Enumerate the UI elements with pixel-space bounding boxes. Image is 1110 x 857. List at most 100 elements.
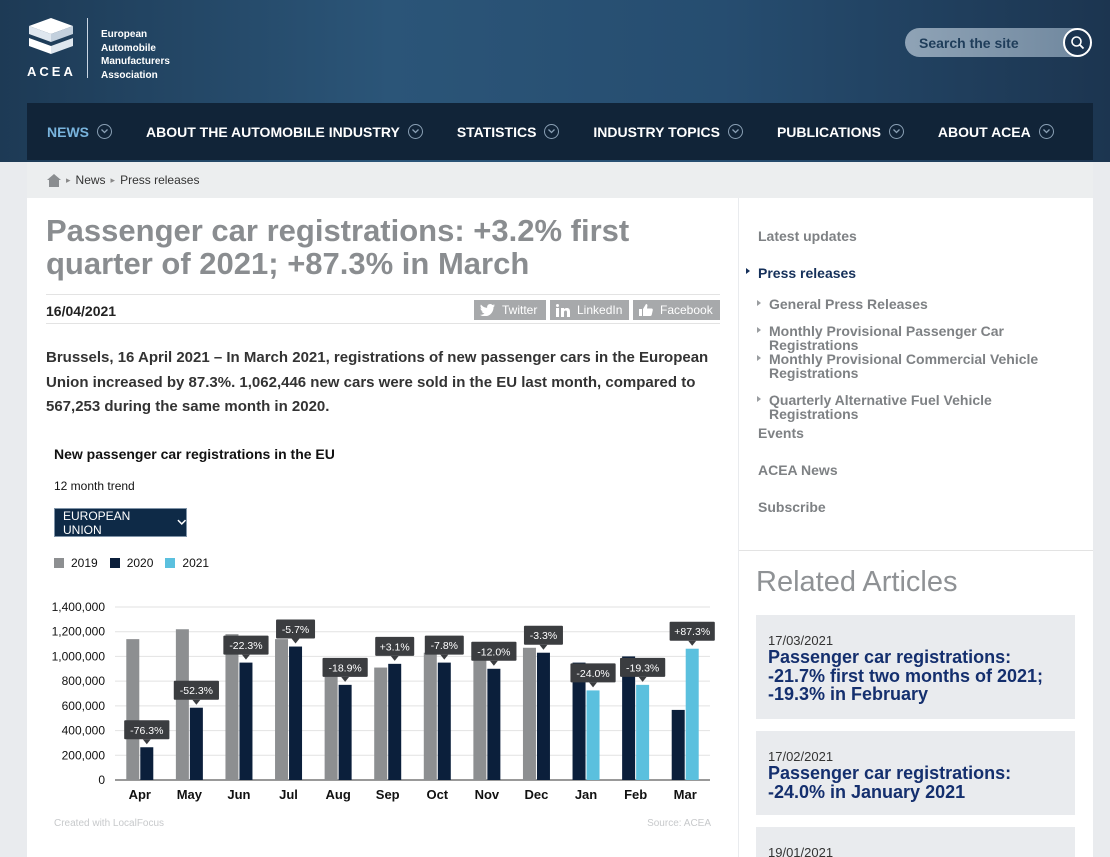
search-input[interactable]	[919, 28, 1059, 57]
chart-credit[interactable]: Created with LocalFocus	[54, 818, 164, 829]
chevron-down-icon[interactable]	[407, 124, 423, 139]
change-label: -7.8%	[431, 640, 458, 652]
logo-text: European Automobile Manufacturers Associ…	[101, 28, 170, 82]
acea-logo[interactable]: ACEA European Automobile Manufacturers A…	[27, 16, 187, 82]
nav-item-label: PUBLICATIONS	[776, 123, 881, 140]
breadcrumb: ▸ News ▸ Press releases	[27, 162, 1093, 198]
sidebar-subscribe[interactable]: Subscribe	[758, 499, 826, 515]
related-card-title: Passenger car registrations: -21.7% firs…	[768, 647, 1044, 704]
sidebar-sub-general[interactable]: General Press Releases	[757, 297, 1079, 311]
bar-2020	[289, 646, 303, 780]
twitter-share-label: Twitter	[502, 303, 538, 317]
sidebar-latest-updates[interactable]: Latest updates	[758, 228, 857, 244]
x-tick-label: Jan	[575, 787, 597, 802]
chevron-down-icon[interactable]	[727, 124, 743, 139]
bar-2021	[586, 690, 600, 780]
sidebar-press-releases[interactable]: Press releases	[746, 265, 857, 281]
x-tick-label: Apr	[129, 787, 151, 802]
bar-2021	[685, 648, 699, 780]
y-tick-label: 200,000	[62, 748, 106, 762]
thumbs-up-icon	[639, 304, 653, 316]
change-label-pointer	[688, 640, 697, 646]
nav-item-label: ABOUT ACEA	[937, 123, 1031, 140]
bar-2019	[374, 667, 388, 780]
linkedin-icon	[556, 303, 570, 317]
nav-item-label: ABOUT THE AUTOMOBILE INDUSTRY	[146, 123, 400, 140]
nav-item-news[interactable]: NEWS	[47, 124, 112, 140]
y-tick-label: 1,400,000	[52, 600, 106, 614]
nav-item-about-acea[interactable]: ABOUT ACEA	[938, 124, 1054, 140]
legend-label: 2020	[126, 556, 154, 570]
change-label: -76.3%	[130, 725, 163, 737]
sidebar-sub-passenger[interactable]: Monthly Provisional Passenger Car Regist…	[757, 324, 1079, 352]
chevron-down-icon[interactable]	[888, 124, 904, 139]
page-title: Passenger car registrations: +3.2% first…	[46, 213, 630, 281]
article-meta: 16/04/2021 Twitter LinkedIn Facebook	[46, 294, 720, 324]
legend-item[interactable]: 2020	[109, 556, 154, 570]
change-label-pointer	[589, 682, 598, 688]
legend-item[interactable]: 2021	[165, 556, 209, 570]
acea-logo-mark-icon	[29, 18, 73, 54]
legend-swatch	[165, 558, 176, 568]
related-card[interactable]: 19/01/2021	[756, 827, 1075, 857]
related-card[interactable]: 17/03/2021 Passenger car registrations: …	[756, 615, 1075, 719]
bar-2019	[126, 639, 140, 780]
sidebar-events[interactable]: Events	[758, 425, 804, 441]
nav-item-about-the-automobile-industry[interactable]: ABOUT THE AUTOMOBILE INDUSTRY	[146, 124, 423, 140]
related-title: Related Articles	[756, 566, 958, 598]
change-label: -19.3%	[626, 662, 659, 674]
chevron-down-icon[interactable]	[544, 124, 560, 139]
change-label-pointer	[390, 655, 399, 661]
breadcrumb-press-releases[interactable]: Press releases	[120, 173, 199, 187]
change-label: -24.0%	[576, 668, 609, 680]
bullet-icon	[746, 268, 750, 274]
search-button[interactable]	[1063, 28, 1092, 57]
breadcrumb-news[interactable]: News	[76, 173, 106, 187]
linkedin-share-label: LinkedIn	[577, 303, 623, 317]
change-label: +87.3%	[674, 626, 710, 638]
main-nav: NEWS ABOUT THE AUTOMOBILE INDUSTRY STATIST…	[27, 103, 1093, 160]
change-label: +3.1%	[380, 641, 410, 653]
y-tick-label: 1,200,000	[52, 625, 106, 639]
nav-item-label: NEWS	[47, 123, 89, 140]
chevron-down-icon[interactable]	[97, 124, 112, 139]
sidebar-acea-news[interactable]: ACEA News	[758, 462, 838, 478]
bar-2020	[671, 709, 685, 780]
bar-2020	[140, 747, 154, 780]
bar-2019	[324, 666, 338, 780]
x-tick-label: Feb	[624, 787, 647, 802]
legend-item[interactable]: 2019	[54, 556, 98, 570]
bar-2019	[175, 629, 189, 780]
y-tick-label: 400,000	[62, 724, 106, 738]
bullet-icon	[757, 396, 761, 402]
sidebar-press-releases-label: Press releases	[758, 265, 857, 281]
sidebar: Latest updates Press releases General Pr…	[739, 198, 1093, 550]
chevron-down-icon	[176, 519, 186, 525]
chevron-down-icon[interactable]	[1038, 124, 1054, 139]
x-tick-label: Jul	[279, 787, 298, 802]
x-tick-label: Oct	[426, 787, 448, 802]
nav-item-industry-topics[interactable]: INDUSTRY TOPICS	[593, 124, 743, 140]
x-tick-label: Sep	[376, 787, 400, 802]
sidebar-sub-alternative-fuel[interactable]: Quarterly Alternative Fuel Vehicle Regis…	[757, 393, 1079, 421]
linkedin-share-button[interactable]: LinkedIn	[550, 300, 629, 320]
bar-2019	[423, 652, 437, 780]
change-label: -22.3%	[229, 640, 262, 652]
nav-item-statistics[interactable]: STATISTICS	[457, 124, 560, 140]
chart-legend: 2019 2020 2021	[54, 556, 221, 570]
legend-label: 2019	[71, 556, 98, 570]
facebook-share-button[interactable]: Facebook	[633, 300, 720, 320]
nav-item-publications[interactable]: PUBLICATIONS	[777, 124, 904, 140]
related-card[interactable]: 17/02/2021 Passenger car registrations: …	[756, 731, 1075, 815]
home-icon[interactable]	[47, 173, 61, 187]
change-label: -12.0%	[477, 646, 510, 658]
related-card-date: 19/01/2021	[768, 845, 834, 857]
region-dropdown[interactable]: EUROPEAN UNION	[54, 508, 187, 537]
x-tick-label: Nov	[475, 787, 500, 802]
bar-chart: 0 200,000 400,000 600,000 800,000 1,000,000 1,…	[52, 600, 715, 802]
change-label: -5.7%	[282, 624, 309, 636]
twitter-share-button[interactable]: Twitter	[474, 300, 546, 320]
breadcrumb-separator-icon: ▸	[66, 174, 71, 185]
sidebar-sub-commercial[interactable]: Monthly Provisional Commercial Vehicle R…	[757, 352, 1039, 380]
change-label-pointer	[440, 654, 449, 660]
